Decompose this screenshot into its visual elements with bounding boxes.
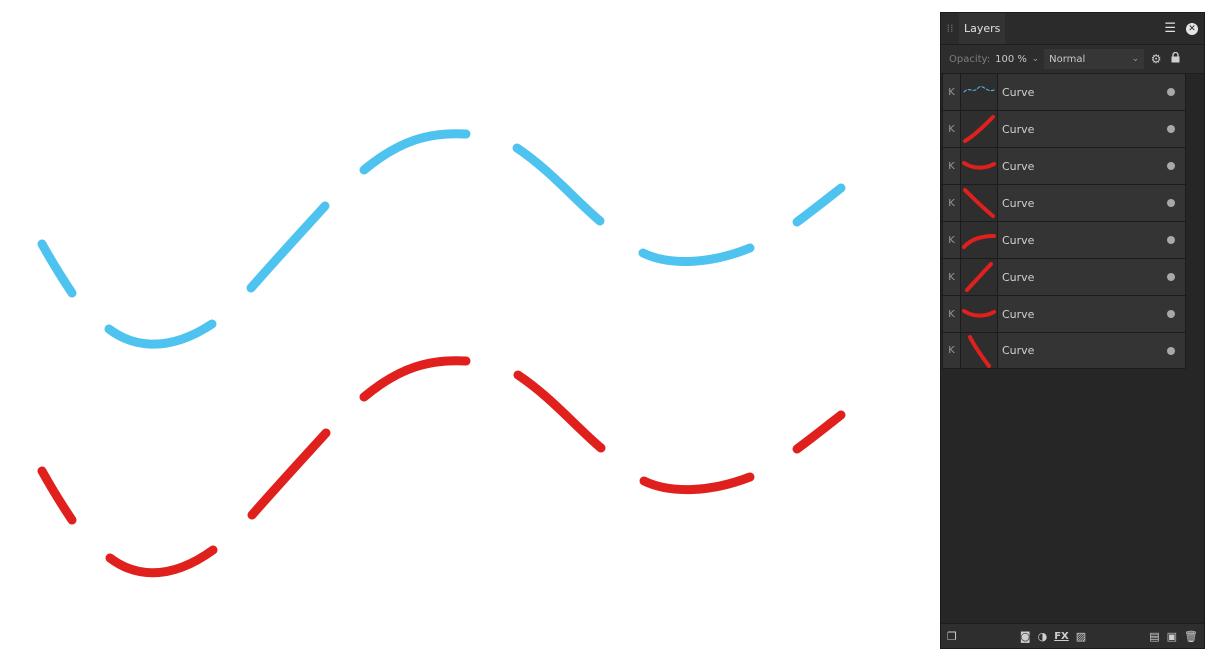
layer-thumbnail[interactable] — [961, 296, 998, 332]
visibility-dot-icon[interactable] — [1167, 125, 1175, 133]
curve-tool-icon[interactable]: K — [943, 185, 961, 221]
chevron-down-icon: ⌄ — [1131, 54, 1140, 64]
layer-row[interactable]: K Curve — [942, 295, 1186, 332]
panel-header: ⁞⁞ Layers ☰ ✕ — [941, 13, 1204, 45]
add-layer-icon[interactable]: ▤ — [1149, 630, 1159, 643]
visibility-dot-icon[interactable] — [1167, 162, 1175, 170]
layer-thumbnail[interactable] — [961, 148, 998, 184]
curve-tool-icon[interactable]: K — [943, 222, 961, 258]
grip-icon[interactable]: ⁞⁞ — [941, 22, 959, 35]
group-icon[interactable]: ▣ — [1167, 630, 1177, 643]
chevron-down-icon: ⌄ — [1031, 53, 1040, 64]
layers-panel: ⁞⁞ Layers ☰ ✕ Opacity: 100 % ⌄ Normal ⌄ … — [940, 12, 1205, 649]
visibility-dot-icon[interactable] — [1167, 199, 1175, 207]
layer-name[interactable]: Curve — [998, 86, 1167, 99]
curve-tool-icon[interactable]: K — [943, 259, 961, 295]
tab-layers[interactable]: Layers — [959, 13, 1006, 44]
layer-stack-icon[interactable]: ❐ — [947, 630, 957, 643]
opacity-dropdown[interactable]: 100 % ⌄ — [995, 54, 1039, 65]
close-icon[interactable]: ✕ — [1186, 22, 1198, 35]
panel-footer: ❐ ◙ ◑ FX ▨ ▤ ▣ 🗑 — [941, 623, 1204, 648]
adjustment-icon[interactable]: ◑ — [1038, 630, 1048, 643]
layer-name[interactable]: Curve — [998, 271, 1167, 284]
opacity-value: 100 % — [995, 53, 1027, 65]
red-dashed-curve[interactable] — [37, 356, 846, 578]
blend-mode-value: Normal — [1049, 53, 1086, 65]
layer-row[interactable]: K Curve — [942, 184, 1186, 221]
layer-thumbnail[interactable] — [961, 185, 998, 221]
layer-row[interactable]: K Curve — [942, 221, 1186, 258]
menu-icon[interactable]: ☰ — [1164, 21, 1176, 36]
visibility-dot-icon[interactable] — [1167, 346, 1175, 355]
gear-icon[interactable]: ⚙ — [1149, 52, 1163, 66]
curve-tool-icon[interactable]: K — [943, 148, 961, 184]
layer-thumbnail[interactable] — [961, 333, 998, 368]
layer-row[interactable]: K Curve — [942, 258, 1186, 295]
curve-tool-icon[interactable]: K — [943, 74, 961, 110]
layer-thumbnail[interactable] — [961, 259, 998, 295]
layer-name[interactable]: Curve — [998, 160, 1167, 173]
layer-name[interactable]: Curve — [998, 308, 1167, 321]
visibility-dot-icon[interactable] — [1167, 273, 1175, 281]
layer-row[interactable]: K Curve — [942, 73, 1186, 110]
trash-icon[interactable]: 🗑 — [1184, 630, 1198, 643]
layer-thumbnail[interactable] — [961, 74, 998, 110]
lock-icon[interactable] — [1168, 51, 1182, 66]
live-filter-icon[interactable]: ▨ — [1076, 630, 1086, 643]
layer-thumbnail[interactable] — [961, 222, 998, 258]
layer-name[interactable]: Curve — [998, 123, 1167, 136]
visibility-dot-icon[interactable] — [1167, 88, 1175, 96]
layer-row[interactable]: K Curve — [942, 332, 1186, 369]
mask-icon[interactable]: ◙ — [1020, 630, 1031, 643]
layer-row[interactable]: K Curve — [942, 147, 1186, 184]
layer-name[interactable]: Curve — [998, 344, 1167, 357]
panel-toolbar: Opacity: 100 % ⌄ Normal ⌄ ⚙ — [941, 45, 1204, 74]
opacity-label: Opacity: — [949, 53, 991, 65]
blue-dashed-curve[interactable] — [37, 129, 846, 349]
drawing-canvas[interactable] — [0, 0, 935, 664]
blend-mode-select[interactable]: Normal ⌄ — [1044, 49, 1145, 69]
layer-name[interactable]: Curve — [998, 234, 1167, 247]
curve-tool-icon[interactable]: K — [943, 111, 961, 147]
layer-thumbnail[interactable] — [961, 111, 998, 147]
visibility-dot-icon[interactable] — [1167, 236, 1175, 244]
curve-tool-icon[interactable]: K — [943, 333, 961, 368]
visibility-dot-icon[interactable] — [1167, 310, 1175, 318]
fx-icon[interactable]: FX — [1054, 631, 1069, 642]
layer-list: K Curve K Curve K Curve K Curve K Curve K Curve K Cur… — [942, 73, 1186, 369]
curve-tool-icon[interactable]: K — [943, 296, 961, 332]
layer-name[interactable]: Curve — [998, 197, 1167, 210]
layer-row[interactable]: K Curve — [942, 110, 1186, 147]
